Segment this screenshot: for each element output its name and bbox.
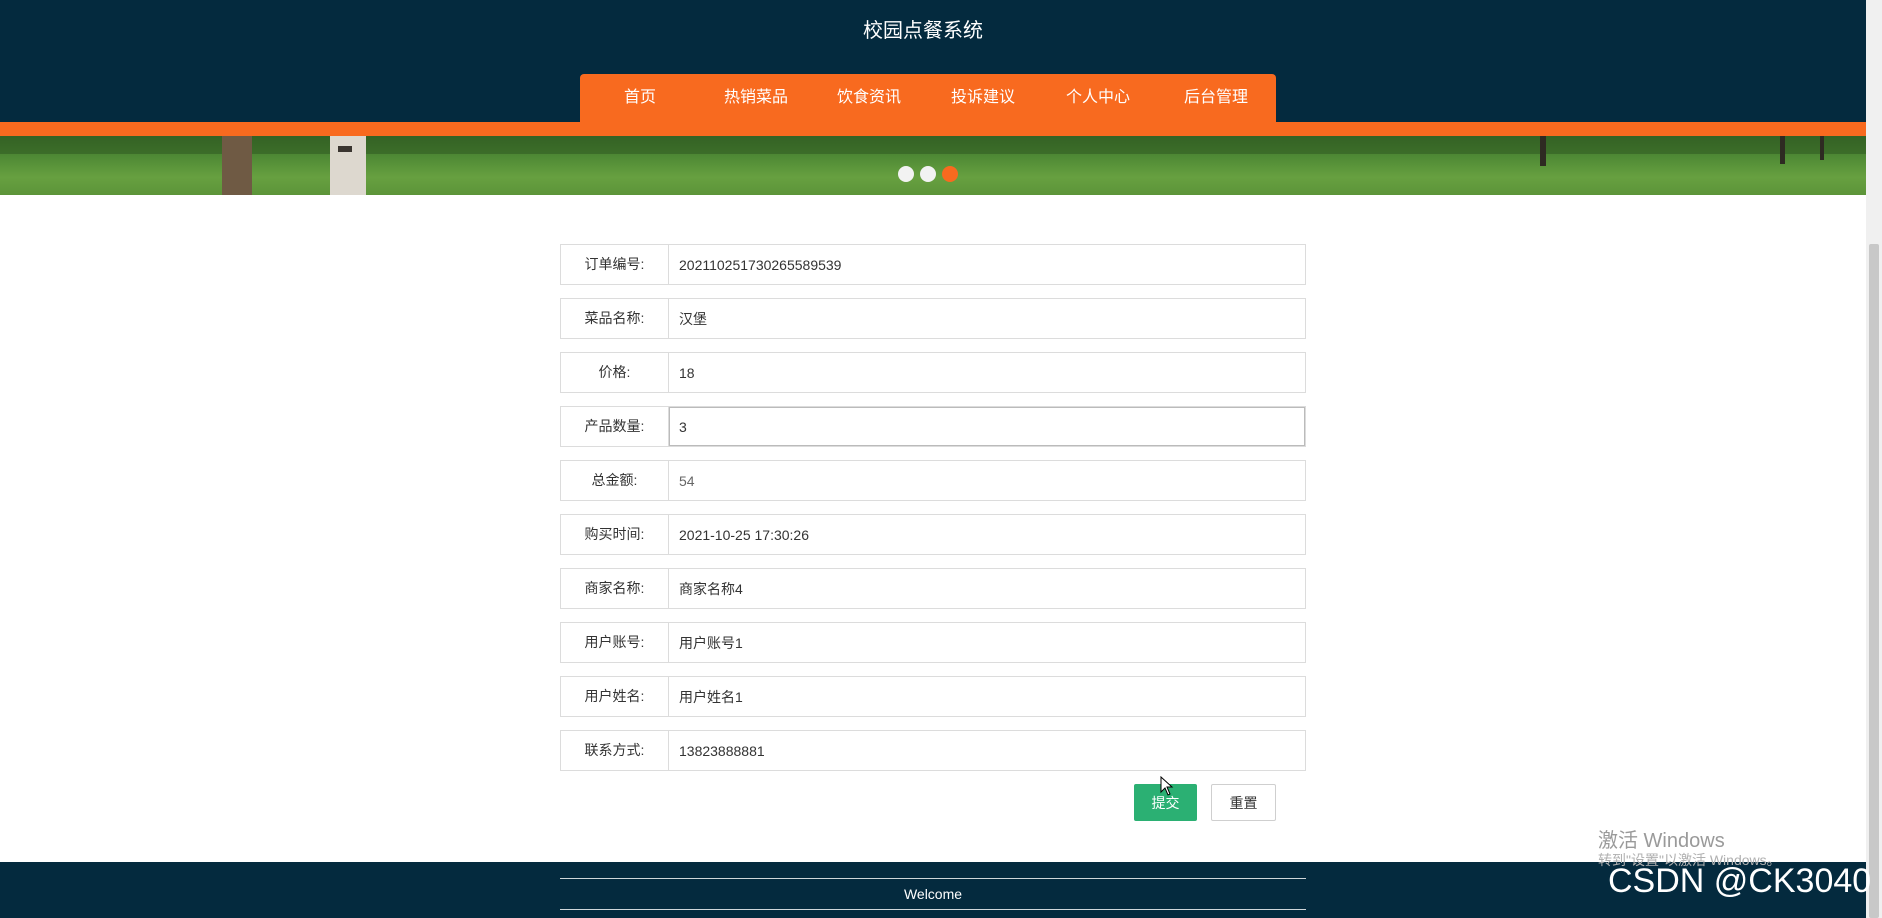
form-row-purchase-time: 购买时间:: [560, 514, 1306, 555]
user-name-input[interactable]: [669, 677, 1305, 716]
main-nav: 首页 热销菜品 饮食资讯 投诉建议 个人中心 后台管理: [580, 74, 1276, 122]
footer-welcome-text: Welcome: [560, 878, 1306, 910]
nav-underline-bar: [0, 122, 1866, 136]
form-row-contact: 联系方式:: [560, 730, 1306, 771]
quantity-input[interactable]: [669, 407, 1305, 446]
form-row-user-account: 用户账号:: [560, 622, 1306, 663]
purchase-time-input[interactable]: [669, 515, 1305, 554]
order-form: 订单编号: 菜品名称: 价格: 产品数量: 总金额: 购买时间: 商家名称: 用…: [560, 244, 1306, 784]
form-row-quantity: 产品数量:: [560, 406, 1306, 447]
price-input[interactable]: [669, 353, 1305, 392]
purchase-time-label: 购买时间:: [561, 515, 669, 554]
price-label: 价格:: [561, 353, 669, 392]
nav-item-admin[interactable]: 后台管理: [1156, 74, 1276, 122]
user-name-label: 用户姓名:: [561, 677, 669, 716]
csdn-watermark: CSDN @CK3040: [1608, 862, 1872, 900]
contact-input[interactable]: [669, 731, 1305, 770]
scrollbar-thumb[interactable]: [1869, 244, 1879, 918]
carousel-indicators: [898, 163, 970, 185]
form-row-user-name: 用户姓名:: [560, 676, 1306, 717]
reset-button[interactable]: 重置: [1211, 784, 1276, 821]
user-account-input[interactable]: [669, 623, 1305, 662]
windows-activation-title: 激活 Windows: [1598, 830, 1725, 852]
total-amount-input: [669, 461, 1305, 500]
nav-item-home[interactable]: 首页: [580, 74, 700, 122]
nav-item-complaints[interactable]: 投诉建议: [926, 74, 1040, 122]
merchant-name-label: 商家名称:: [561, 569, 669, 608]
carousel-dot-1[interactable]: [898, 166, 914, 182]
page-scrollbar[interactable]: [1866, 0, 1882, 918]
nav-item-food-news[interactable]: 饮食资讯: [812, 74, 926, 122]
carousel-dot-2[interactable]: [920, 166, 936, 182]
dish-name-label: 菜品名称:: [561, 299, 669, 338]
form-row-total-amount: 总金额:: [560, 460, 1306, 501]
order-number-label: 订单编号:: [561, 245, 669, 284]
order-number-input[interactable]: [669, 245, 1305, 284]
user-account-label: 用户账号:: [561, 623, 669, 662]
mouse-cursor-icon: [1160, 776, 1174, 796]
form-row-merchant-name: 商家名称:: [560, 568, 1306, 609]
nav-item-hot-dishes[interactable]: 热销菜品: [700, 74, 812, 122]
carousel-dot-3[interactable]: [942, 166, 958, 182]
nav-item-personal-center[interactable]: 个人中心: [1040, 74, 1156, 122]
site-title: 校园点餐系统: [863, 20, 983, 42]
form-row-price: 价格:: [560, 352, 1306, 393]
quantity-label: 产品数量:: [561, 407, 669, 446]
form-row-order-number: 订单编号:: [560, 244, 1306, 285]
dish-name-input[interactable]: [669, 299, 1305, 338]
contact-label: 联系方式:: [561, 731, 669, 770]
total-amount-label: 总金额:: [561, 461, 669, 500]
form-row-dish-name: 菜品名称:: [560, 298, 1306, 339]
merchant-name-input[interactable]: [669, 569, 1305, 608]
